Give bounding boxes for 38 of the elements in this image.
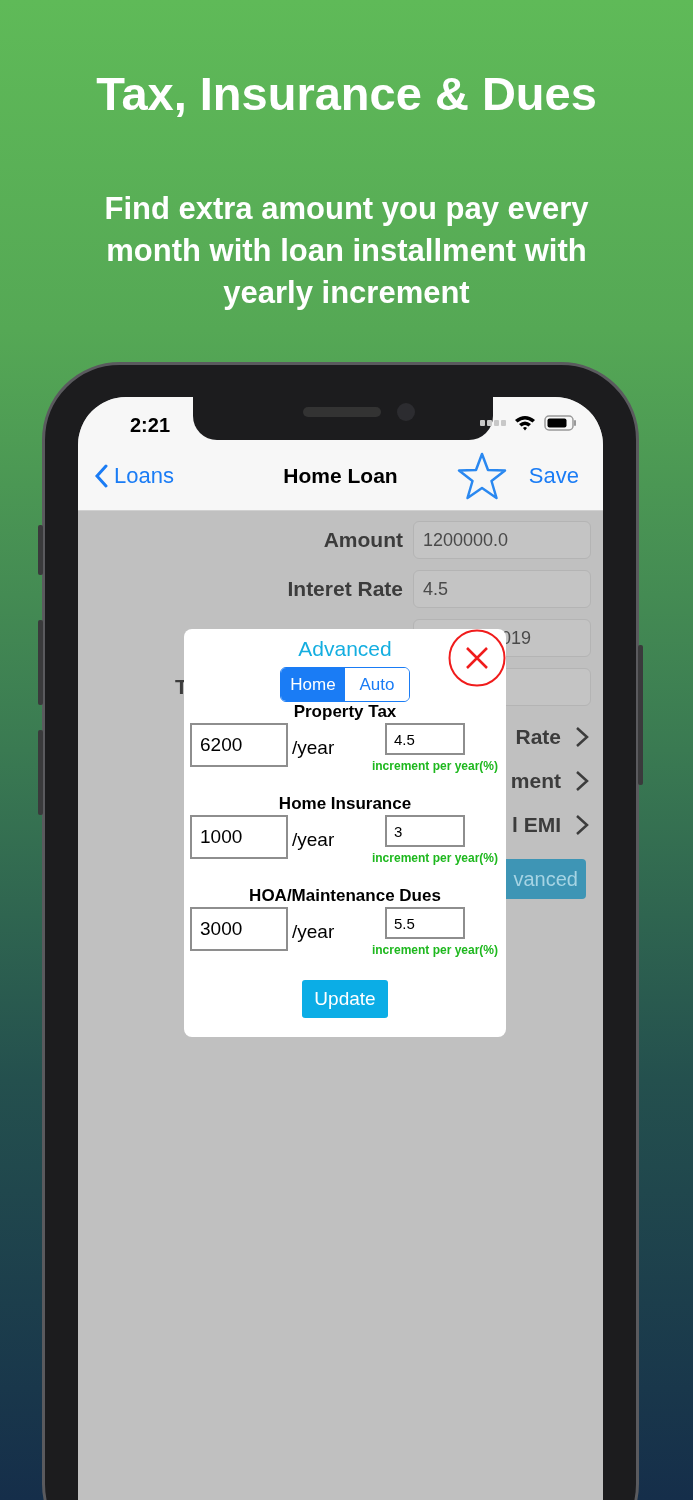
amount-input[interactable]: 6200 — [190, 723, 288, 767]
nav-title: Home Loan — [283, 464, 398, 488]
unit-label: /year — [292, 829, 335, 851]
wifi-icon — [514, 415, 536, 431]
save-button[interactable]: Save — [528, 463, 579, 489]
signal-icon — [480, 420, 506, 426]
unit-label: /year — [292, 921, 335, 943]
amount-input[interactable]: 1000 — [190, 815, 288, 859]
field-label: Interet Rate — [287, 577, 403, 601]
back-button[interactable]: Loans — [78, 462, 180, 490]
segment-tab[interactable]: Home — [281, 668, 345, 701]
chevron-left-icon — [94, 464, 108, 488]
chevron-icon — [575, 726, 589, 748]
headline: Tax, Insurance & Dues — [95, 66, 598, 122]
increment-caption: increment per year(%) — [371, 943, 498, 957]
section-title: Home Insurance — [277, 794, 413, 814]
amount-input[interactable]: 3000 — [190, 907, 288, 951]
battery-icon — [544, 415, 577, 431]
star-icon[interactable] — [456, 452, 507, 500]
subheadline: Find extra amount you pay every month with loan installment with yearly increment — [103, 190, 590, 312]
unit-label: /year — [292, 737, 335, 759]
menu-item[interactable]: Rate — [515, 725, 561, 749]
chevron-icon — [575, 814, 589, 836]
menu-item[interactable]: l EMI — [512, 813, 561, 837]
field-label: Amount — [323, 528, 403, 552]
increment-caption: increment per year(%) — [371, 759, 498, 773]
section-title: HOA/Maintenance Dues — [248, 886, 442, 906]
chevron-icon — [575, 770, 589, 792]
close-button[interactable] — [448, 629, 506, 687]
input-field[interactable]: 1200000.0 — [413, 521, 591, 559]
dialog-title: Advanced — [297, 637, 393, 661]
input-field[interactable]: 4.5 — [413, 570, 591, 608]
section-title: Property Tax — [292, 702, 398, 722]
increment-input[interactable]: 3 — [385, 815, 465, 847]
increment-input[interactable]: 5.5 — [385, 907, 465, 939]
status-time: 2:21 — [130, 414, 171, 437]
increment-input[interactable]: 4.5 — [385, 723, 465, 755]
menu-item[interactable]: ment — [510, 769, 561, 793]
